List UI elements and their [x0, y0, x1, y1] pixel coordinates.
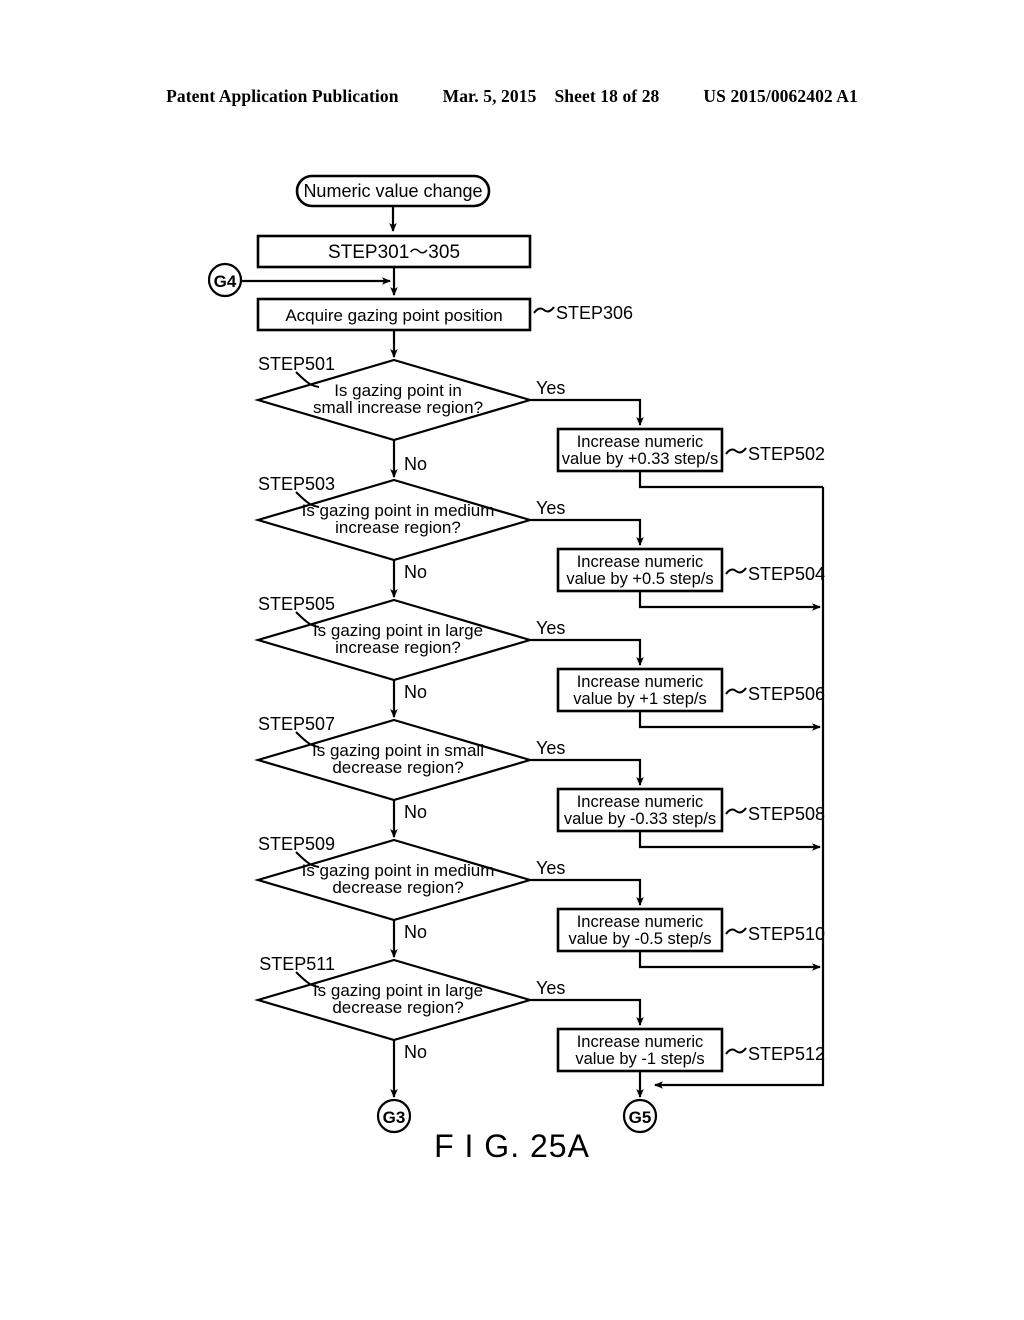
connector-g5-label: G5: [629, 1108, 652, 1127]
decision-step503-yes-label: Yes: [536, 498, 565, 518]
process-step301-305: STEP301～305: [256, 234, 532, 269]
decision-step509-yes-label: Yes: [536, 858, 565, 878]
decision-step511-line2: decrease region?: [332, 998, 463, 1017]
decision-step509-tag: STEP509: [258, 834, 335, 854]
merge-step504-to-bus: [638, 591, 821, 611]
flowchart-diagram: Numeric value change STEP301～305 G4 Acqu…: [207, 174, 825, 1134]
decision-step503-no-label: No: [404, 562, 427, 582]
branch-step501-yes: [530, 398, 644, 426]
start-terminator-label: Numeric value change: [303, 181, 482, 201]
action-step512-line2: value by -1 step/s: [575, 1050, 704, 1068]
decision-step511-yes-label: Yes: [536, 978, 565, 998]
decision-step509-no-label: No: [404, 922, 427, 942]
process-step306: Acquire gazing point position STEP306: [256, 297, 633, 332]
decision-step501-no-label: No: [404, 454, 427, 474]
action-step502: Increase numeric value by +0.33 step/s S…: [556, 427, 825, 473]
connector-g4: G4: [207, 262, 243, 298]
decision-step501-tag: STEP501: [258, 354, 335, 374]
connector-g4-label: G4: [214, 272, 237, 291]
action-step510-tag: STEP510: [748, 924, 825, 944]
decision-step505-line2: increase region?: [335, 638, 461, 657]
action-step510-line1: Increase numeric: [577, 913, 704, 931]
action-step506: Increase numeric value by +1 step/s STEP…: [556, 667, 825, 713]
decision-step507: Is gazing point in small decrease region…: [254, 714, 534, 802]
connector-g3-label: G3: [383, 1108, 406, 1127]
action-step504: Increase numeric value by +0.5 step/s ST…: [556, 547, 825, 593]
branch-step511-yes: [530, 998, 644, 1026]
process-step301-305-label: STEP301～305: [328, 242, 460, 263]
action-step506-line2: value by +1 step/s: [573, 690, 706, 708]
figure-caption: F I G. 25A: [434, 1128, 590, 1164]
decision-step505-tag: STEP505: [258, 594, 335, 614]
decision-step503-line2: increase region?: [335, 518, 461, 537]
action-step506-tag: STEP506: [748, 684, 825, 704]
decision-step505-no-label: No: [404, 682, 427, 702]
action-step504-tag: STEP504: [748, 564, 825, 584]
action-step510-line2: value by -0.5 step/s: [568, 930, 711, 948]
decision-step501: Is gazing point in small increase region…: [254, 354, 534, 442]
action-step508-line2: value by -0.33 step/s: [564, 810, 716, 828]
merge-step510-to-bus: [638, 951, 821, 971]
action-step508-line1: Increase numeric: [577, 793, 704, 811]
branch-step507-yes: [530, 758, 644, 786]
action-step504-line1: Increase numeric: [577, 553, 704, 571]
action-step512-tag: STEP512: [748, 1044, 825, 1064]
decision-step507-yes-label: Yes: [536, 738, 565, 758]
action-step504-line2: value by +0.5 step/s: [566, 570, 713, 588]
action-step502-line1: Increase numeric: [577, 433, 704, 451]
action-step508-tag: STEP508: [748, 804, 825, 824]
decision-step507-no-label: No: [404, 802, 427, 822]
decision-step505: Is gazing point in large increase region…: [254, 594, 534, 682]
action-step510: Increase numeric value by -0.5 step/s ST…: [556, 907, 825, 953]
action-step502-tag: STEP502: [748, 444, 825, 464]
decision-step503: Is gazing point in medium increase regio…: [254, 474, 534, 562]
process-step306-tag: STEP306: [556, 303, 633, 323]
decision-step503-tag: STEP503: [258, 474, 335, 494]
patent-page: Patent Application Publication Mar. 5, 20…: [0, 0, 1024, 1320]
action-step512-line1: Increase numeric: [577, 1033, 704, 1051]
decision-step509: Is gazing point in medium decrease regio…: [254, 834, 534, 922]
action-step508: Increase numeric value by -0.33 step/s S…: [556, 787, 825, 833]
decision-step507-tag: STEP507: [258, 714, 335, 734]
process-step306-label: Acquire gazing point position: [285, 306, 502, 325]
branch-step509-yes: [530, 878, 644, 906]
decision-step509-line2: decrease region?: [332, 878, 463, 897]
action-step512: Increase numeric value by -1 step/s STEP…: [556, 1027, 825, 1073]
decision-step507-line2: decrease region?: [332, 758, 463, 777]
decision-step511: Is gazing point in large decrease region…: [254, 954, 534, 1042]
action-step502-line2: value by +0.33 step/s: [562, 450, 718, 468]
start-terminator: Numeric value change: [295, 174, 491, 208]
decision-step511-no-label: No: [404, 1042, 427, 1062]
action-step506-line1: Increase numeric: [577, 673, 704, 691]
decision-step511-tag: STEP511: [259, 954, 335, 974]
branch-step505-yes: [530, 638, 644, 666]
decision-step505-yes-label: Yes: [536, 618, 565, 638]
merge-step506-to-bus: [638, 711, 821, 731]
decision-step501-yes-label: Yes: [536, 378, 565, 398]
branch-step503-yes: [530, 518, 644, 546]
merge-step502-to-bus: [638, 471, 823, 489]
decision-step501-line2: small increase region?: [313, 398, 483, 417]
merge-step508-to-bus: [638, 831, 821, 851]
